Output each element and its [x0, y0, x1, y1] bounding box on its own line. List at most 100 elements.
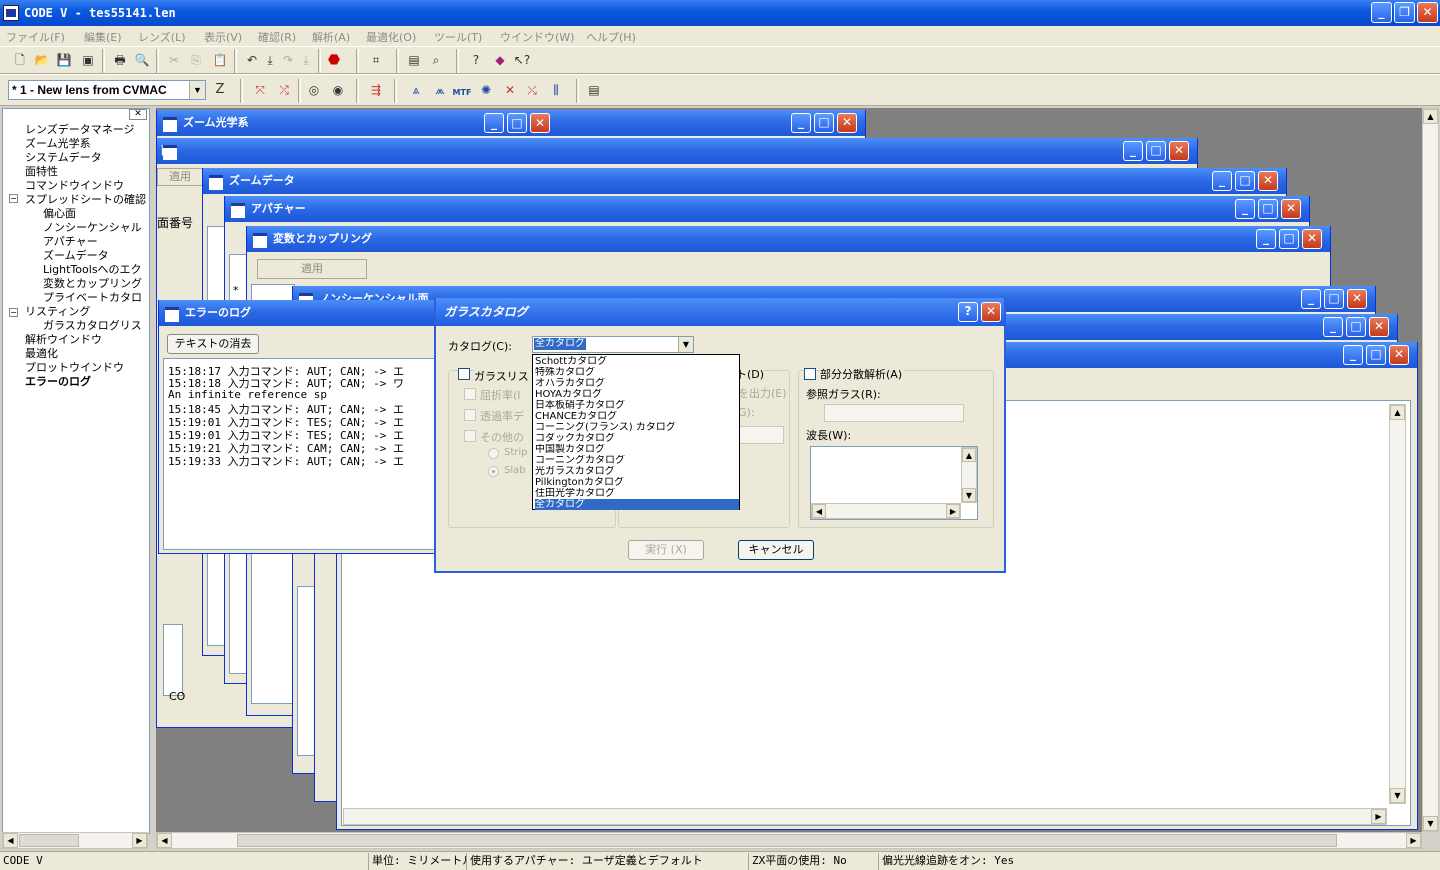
child-close-button[interactable]: ✕ [837, 113, 857, 133]
catalog-dropdown-list[interactable]: Schottカタログ 特殊カタログ オハラカタログ HOYAカタログ 日本板硝子… [532, 354, 740, 510]
catalog-option[interactable]: CHANCEカタログ [535, 411, 739, 422]
surface-apply-button[interactable]: 適用 [157, 168, 203, 186]
refractive-index-checkbox[interactable] [464, 388, 476, 400]
other-checkbox[interactable] [464, 430, 476, 442]
zoom-label[interactable]: Z [210, 80, 230, 100]
error-log-text[interactable]: 15:18:17 入力コマンド: AUT; CAN; -> エ 15:18:18… [163, 358, 449, 550]
child-maximize-button[interactable]: □ [1346, 317, 1366, 337]
slab-radio[interactable] [488, 466, 499, 477]
variables-apply-button[interactable]: 適用 [257, 259, 367, 279]
properties-icon[interactable]: ▣ [78, 50, 98, 70]
report-icon[interactable]: ▤ [584, 80, 604, 100]
catalog-option[interactable]: 光ガラスカタログ [535, 466, 739, 477]
spreadsheet-icon[interactable]: ▤ [404, 50, 424, 70]
mdi-hscrollbar[interactable]: ◀ ▶ [156, 832, 1422, 849]
child-close-button[interactable]: ✕ [1169, 141, 1189, 161]
layout-icon[interactable]: ⤧ [250, 80, 270, 100]
open-folder-icon[interactable]: 📂 [32, 50, 52, 70]
print-icon[interactable]: 🖶 [110, 50, 130, 70]
tree-hscrollbar[interactable]: ◀ ▶ [2, 832, 148, 849]
target-icon[interactable]: ◉ [328, 80, 348, 100]
catalog-option[interactable]: オハラカタログ [535, 378, 739, 389]
catalog-option[interactable]: コーニングカタログ [535, 455, 739, 466]
minimize-button[interactable]: _ [1371, 2, 1392, 23]
menu-optimize[interactable]: 最適化(O) [366, 29, 416, 45]
tolerance-icon[interactable]: ⫼ [546, 80, 566, 100]
execute-button[interactable]: 実行 (X) [628, 540, 704, 560]
menu-lens[interactable]: レンズ(L) [138, 29, 186, 45]
child-maximize-button[interactable]: □ [1366, 345, 1386, 365]
child-close-button[interactable]: ✕ [1389, 345, 1409, 365]
collapse-icon[interactable]: − [9, 308, 18, 317]
tree-item-selected[interactable]: エラーのログ [25, 373, 91, 389]
child-close-button[interactable]: ✕ [1281, 199, 1301, 219]
wavefront-icon[interactable]: ✺ [476, 80, 496, 100]
print-preview-icon[interactable]: 🔍 [132, 50, 152, 70]
child-close-button[interactable]: ✕ [1369, 317, 1389, 337]
stop-icon[interactable]: ⬣ [324, 50, 344, 70]
child-maximize-button[interactable]: □ [1235, 171, 1255, 191]
catalog-option[interactable]: Pilkingtonカタログ [535, 477, 739, 488]
glass-list-checkbox[interactable] [458, 368, 470, 380]
surface-icon[interactable]: ⇶ [366, 80, 386, 100]
help-book-icon[interactable]: ? [466, 50, 486, 70]
mdi-vscrollbar[interactable]: ▲ ▼ [1422, 108, 1439, 832]
close-button[interactable]: ✕ [1417, 2, 1438, 23]
child-minimize-button[interactable]: _ [1212, 171, 1232, 191]
child-minimize-button[interactable]: _ [1323, 317, 1343, 337]
distortion-icon[interactable]: ⩕ [430, 80, 450, 100]
catalog-option[interactable]: コーニング(フランス) カタログ [535, 422, 739, 433]
chevron-down-icon[interactable]: ▼ [189, 81, 205, 99]
new-file-icon[interactable]: 🗋 [10, 50, 30, 70]
lens-selector[interactable]: * 1 - New lens from CVMAC ▼ [8, 80, 206, 100]
menu-analysis[interactable]: 解析(A) [312, 29, 350, 45]
child-maximize-button[interactable]: □ [1279, 229, 1299, 249]
catalog-option[interactable]: 日本板硝子カタログ [535, 400, 739, 411]
catalog-option[interactable]: 住田光学カタログ [535, 488, 739, 499]
field-curve-icon[interactable]: ⤯ [522, 80, 542, 100]
catalog-option-selected[interactable]: 全カタログ [535, 499, 739, 510]
spot-diagram-icon[interactable]: ◎ [304, 80, 324, 100]
cut-icon[interactable]: ✂ [164, 50, 184, 70]
clear-text-button[interactable]: テキストの消去 [167, 334, 259, 354]
redo-icon[interactable]: ↷ [278, 50, 298, 70]
child-minimize-button[interactable]: _ [791, 113, 811, 133]
catalog-option[interactable]: コダックカタログ [535, 433, 739, 444]
copy-icon[interactable]: ⎘ [186, 50, 206, 70]
paste-icon[interactable]: 📋 [210, 50, 230, 70]
ray-trace-icon[interactable]: ✕ [500, 80, 520, 100]
cancel-button[interactable]: キャンセル [738, 540, 814, 560]
child-maximize-button[interactable]: □ [1324, 289, 1344, 309]
menu-review[interactable]: 確認(R) [258, 29, 296, 45]
wavelength-vscrollbar[interactable]: ▲ ▼ [961, 447, 977, 503]
search-lens-icon[interactable]: ⌕ [426, 50, 446, 70]
tree-close-icon[interactable]: ✕ [129, 109, 147, 120]
menu-tools[interactable]: ツール(T) [434, 29, 482, 45]
app-title-bar[interactable]: CODE V - tes55141.len _ ❐ ✕ [0, 0, 1440, 26]
child-close-button[interactable]: ✕ [530, 113, 550, 133]
child-close-button[interactable]: ✕ [1258, 171, 1278, 191]
ray-fan-icon[interactable]: ⤮ [274, 80, 294, 100]
catalog-option[interactable]: HOYAカタログ [535, 389, 739, 400]
codev-app-icon[interactable] [3, 5, 19, 21]
context-help-icon[interactable]: ↖? [512, 50, 532, 70]
menu-edit[interactable]: 編集(E) [84, 29, 122, 45]
reference-glass-field[interactable] [824, 404, 964, 422]
chevron-down-icon[interactable]: ▼ [678, 337, 693, 352]
catalog-option[interactable]: 中国製カタログ [535, 444, 739, 455]
dialog-close-button[interactable]: ✕ [981, 302, 1001, 322]
restore-button[interactable]: ❐ [1394, 2, 1415, 23]
partial-dispersion-checkbox[interactable] [804, 368, 816, 380]
stacked-window-hscrollbar[interactable]: ▶ [343, 808, 1387, 825]
transmittance-checkbox[interactable] [464, 409, 476, 421]
child-minimize-button[interactable]: _ [1235, 199, 1255, 219]
child-maximize-button[interactable]: □ [1146, 141, 1166, 161]
menu-help[interactable]: ヘルプ(H) [586, 29, 636, 45]
menu-view[interactable]: 表示(V) [204, 29, 242, 45]
child-close-button[interactable]: ✕ [1347, 289, 1367, 309]
redo-dropdown-icon[interactable]: ⤓ [296, 50, 316, 70]
glass-catalog-dialog[interactable]: ガラスカタログ ? ✕ カタログ(C): 全カタログ ▼ ガラスリス 屈折率(I… [434, 298, 1006, 573]
psf-icon[interactable]: ⩓ [406, 80, 426, 100]
error-log-window[interactable]: エラーのログ テキストの消去 15:18:17 入力コマンド: AUT; CAN… [158, 300, 454, 554]
child-minimize-button[interactable]: _ [1301, 289, 1321, 309]
